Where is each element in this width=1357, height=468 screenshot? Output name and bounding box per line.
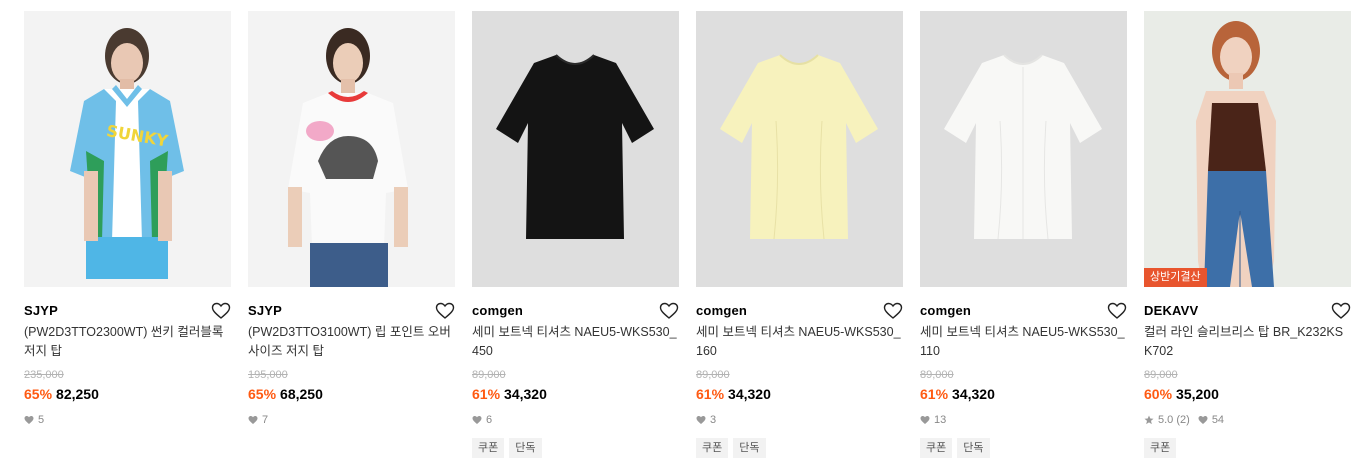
product-card[interactable]: comgen 세미 보트넥 티셔츠 NAEU5-WKS530_110 89,00…: [920, 11, 1127, 468]
product-image[interactable]: [920, 11, 1127, 287]
original-price: 89,000: [472, 369, 506, 381]
product-card[interactable]: comgen 세미 보트넥 티셔츠 NAEU5-WKS530_160 89,00…: [696, 11, 903, 468]
discount-rate: 61%: [472, 386, 501, 402]
sale-price: 34,320: [952, 386, 995, 402]
like-count-value: 54: [1211, 414, 1225, 426]
discount-rate: 61%: [920, 386, 949, 402]
like-count-value: 7: [262, 414, 269, 426]
exclusive-tag: 단독: [957, 438, 990, 458]
product-image[interactable]: [472, 11, 679, 287]
tag-list: 쿠폰 단독: [472, 438, 679, 458]
like-count: 54: [1198, 413, 1224, 427]
product-name[interactable]: 컬러 라인 슬리브리스 탑 BR_K232KSK702: [1144, 323, 1351, 361]
like-count: 3: [696, 413, 716, 427]
like-count: 13: [920, 413, 946, 427]
discount-rate: 65%: [24, 386, 53, 402]
product-name[interactable]: (PW2D3TTO3100WT) 립 포인트 오버사이즈 저지 탑: [248, 323, 455, 361]
exclusive-tag: 단독: [733, 438, 766, 458]
like-count-value: 6: [486, 414, 493, 426]
like-count: 7: [248, 413, 268, 427]
rating-value: 5.0: [1158, 414, 1174, 426]
discount-rate: 60%: [1144, 386, 1173, 402]
sale-price: 82,250: [56, 386, 99, 402]
product-stats: 6: [472, 413, 679, 427]
rating: 5.0 (2): [1144, 413, 1190, 427]
like-count: 5: [24, 413, 44, 427]
coupon-tag: 쿠폰: [696, 438, 729, 458]
heart-filled-icon: [472, 416, 482, 424]
coupon-tag: 쿠폰: [472, 438, 505, 458]
product-name[interactable]: 세미 보트넥 티셔츠 NAEU5-WKS530_110: [920, 323, 1127, 361]
heart-icon[interactable]: [435, 301, 455, 321]
brand-name[interactable]: SJYP: [24, 303, 58, 318]
heart-icon[interactable]: [211, 301, 231, 321]
product-image[interactable]: [696, 11, 903, 287]
product-name[interactable]: (PW2D3TTO2300WT) 썬키 컬러블록 저지 탑: [24, 323, 231, 361]
heart-icon[interactable]: [659, 301, 679, 321]
price-row: 65% 82,250: [24, 385, 231, 403]
product-name[interactable]: 세미 보트넥 티셔츠 NAEU5-WKS530_450: [472, 323, 679, 361]
product-card[interactable]: SJYP (PW2D3TTO3100WT) 립 포인트 오버사이즈 저지 탑 1…: [248, 11, 455, 468]
heart-icon[interactable]: [883, 301, 903, 321]
like-count-value: 3: [710, 414, 717, 426]
discount-rate: 61%: [696, 386, 725, 402]
price-row: 61% 34,320: [696, 385, 903, 403]
star-icon: [1144, 415, 1154, 425]
tag-list: 쿠폰: [1144, 438, 1351, 458]
product-card[interactable]: 상반기결산 DEKAVV 컬러 라인 슬리브리스 탑 BR_K232KSK702…: [1144, 11, 1351, 468]
product-stats: 5: [24, 413, 231, 427]
product-card[interactable]: SUNKY SJYP (PW2D3TTO2300WT) 썬키 컬러블록 저지 탑…: [24, 11, 231, 468]
heart-filled-icon: [248, 416, 258, 424]
like-count-value: 5: [38, 414, 45, 426]
discount-rate: 65%: [248, 386, 277, 402]
sale-price: 35,200: [1176, 386, 1219, 402]
original-price: 195,000: [248, 369, 288, 381]
sale-price: 34,320: [504, 386, 547, 402]
coupon-tag: 쿠폰: [1144, 438, 1177, 458]
tag-list: 쿠폰 단독: [920, 438, 1127, 458]
heart-filled-icon: [1198, 416, 1208, 424]
like-count-value: 13: [934, 414, 947, 426]
product-image[interactable]: 상반기결산: [1144, 11, 1351, 287]
original-price: 89,000: [920, 369, 954, 381]
brand-name[interactable]: comgen: [472, 303, 523, 318]
rating-count: (2): [1176, 414, 1190, 426]
heart-filled-icon: [24, 416, 34, 424]
product-stats: 5.0 (2) 54: [1144, 413, 1351, 427]
brand-name[interactable]: comgen: [696, 303, 747, 318]
product-card[interactable]: comgen 세미 보트넥 티셔츠 NAEU5-WKS530_450 89,00…: [472, 11, 679, 468]
product-stats: 3: [696, 413, 903, 427]
price-row: 65% 68,250: [248, 385, 455, 403]
sale-price: 68,250: [280, 386, 323, 402]
original-price: 89,000: [1144, 369, 1178, 381]
product-stats: 7: [248, 413, 455, 427]
heart-icon[interactable]: [1331, 301, 1351, 321]
tag-list: 쿠폰 단독: [696, 438, 903, 458]
sale-price: 34,320: [728, 386, 771, 402]
original-price: 235,000: [24, 369, 64, 381]
product-image[interactable]: [248, 11, 455, 287]
heart-filled-icon: [696, 416, 706, 424]
product-grid: SUNKY SJYP (PW2D3TTO2300WT) 썬키 컬러블록 저지 탑…: [0, 0, 1357, 468]
price-row: 61% 34,320: [472, 385, 679, 403]
product-stats: 13: [920, 413, 1127, 427]
exclusive-tag: 단독: [509, 438, 542, 458]
original-price: 89,000: [696, 369, 730, 381]
promo-badge: 상반기결산: [1144, 268, 1207, 287]
product-image[interactable]: SUNKY: [24, 11, 231, 287]
heart-icon[interactable]: [1107, 301, 1127, 321]
brand-name[interactable]: DEKAVV: [1144, 303, 1198, 318]
price-row: 60% 35,200: [1144, 385, 1351, 403]
product-name[interactable]: 세미 보트넥 티셔츠 NAEU5-WKS530_160: [696, 323, 903, 361]
brand-name[interactable]: comgen: [920, 303, 971, 318]
price-row: 61% 34,320: [920, 385, 1127, 403]
coupon-tag: 쿠폰: [920, 438, 953, 458]
heart-filled-icon: [920, 416, 930, 424]
like-count: 6: [472, 413, 492, 427]
brand-name[interactable]: SJYP: [248, 303, 282, 318]
